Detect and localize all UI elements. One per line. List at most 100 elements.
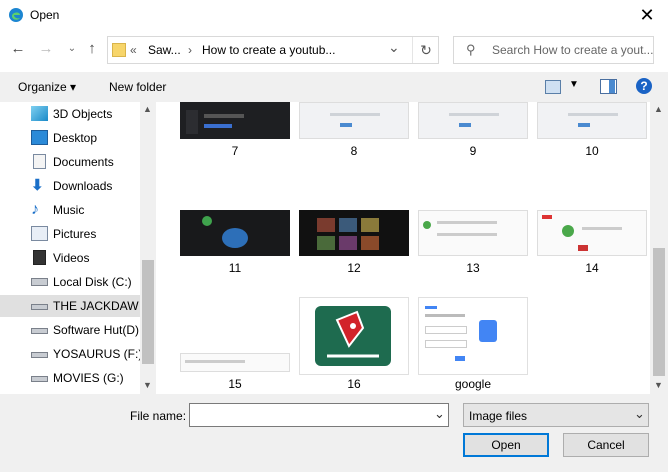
preview-pane-icon[interactable]	[600, 79, 617, 94]
download-arrow-icon: ⬇	[31, 177, 44, 194]
sidebar-item-label: THE JACKDAW (I	[53, 299, 140, 313]
navigation-pane: 3D Objects Desktop Documents ⬇ Downloads…	[0, 102, 140, 394]
sidebar-item-documents[interactable]: Documents	[0, 151, 140, 173]
open-button[interactable]: Open	[463, 433, 549, 457]
refresh-icon[interactable]: ↻	[412, 37, 439, 63]
file-list-scrollbar[interactable]: ▲ ▼	[650, 102, 668, 394]
sidebar-item-label: Videos	[53, 251, 90, 265]
drive-icon	[31, 304, 48, 310]
cancel-button[interactable]: Cancel	[563, 433, 649, 457]
search-icon: ⚲	[466, 42, 476, 57]
sidebar-item-software-hut[interactable]: Software Hut(D)	[0, 319, 140, 341]
sidebar-item-music[interactable]: ♪ Music	[0, 199, 140, 221]
sidebar-item-label: YOSAURUS (F:)	[53, 347, 140, 361]
chevron-down-icon[interactable]: ⌄	[634, 406, 645, 422]
scroll-down-icon[interactable]: ▼	[654, 380, 663, 390]
drive-icon	[31, 352, 48, 358]
sidebar-item-label: Pictures	[53, 227, 97, 241]
sidebar-item-downloads[interactable]: ⬇ Downloads	[0, 175, 140, 197]
edge-icon	[9, 8, 23, 22]
address-bar[interactable]: « Saw... › How to create a youtub... ⌄ ↻	[107, 36, 439, 64]
view-dropdown-icon[interactable]: ▼	[569, 79, 579, 90]
sidebar-item-the-jackdaw[interactable]: THE JACKDAW (I	[0, 295, 140, 317]
thumbnail	[299, 102, 409, 139]
close-icon[interactable]: ✕	[635, 4, 659, 26]
drive-icon	[31, 278, 48, 286]
file-name-label: File name:	[130, 409, 187, 423]
command-bar: Organize ▾ New folder ▼ ?	[0, 72, 668, 102]
breadcrumb-current-folder[interactable]: How to create a youtub...	[202, 43, 335, 57]
thumbnail	[537, 210, 647, 256]
search-box[interactable]: ⚲ Search How to create a yout...	[453, 36, 654, 64]
music-note-icon: ♪	[31, 201, 39, 218]
sidebar-item-movies[interactable]: MOVIES (G:)	[0, 367, 140, 389]
sidebar-item-local-disk-c[interactable]: Local Disk (C:)	[0, 271, 140, 293]
new-folder-button[interactable]: New folder	[109, 80, 166, 94]
bottom-panel: File name: ⌄ Image files ⌄ Open Cancel	[0, 394, 668, 472]
sidebar-scroll-thumb[interactable]	[142, 260, 154, 364]
sidebar-item-yosaurus[interactable]: YOSAURUS (F:)	[0, 343, 140, 365]
help-icon[interactable]: ?	[636, 78, 652, 94]
file-name: 9	[469, 144, 477, 158]
up-arrow-icon[interactable]: ↑	[82, 38, 102, 60]
sidebar-item-label: Software Hut(D)	[53, 323, 140, 337]
scroll-down-icon[interactable]: ▼	[143, 380, 152, 390]
thumbnail	[299, 210, 409, 256]
pen-logo-icon	[315, 306, 391, 366]
desktop-icon	[31, 130, 48, 145]
file-name: 11	[228, 261, 242, 275]
file-name: 12	[347, 261, 361, 275]
scroll-up-icon[interactable]: ▲	[143, 104, 152, 114]
file-name: google	[454, 377, 492, 391]
back-arrow-icon[interactable]: ←	[8, 38, 28, 60]
address-dropdown-icon[interactable]: ⌄	[388, 39, 400, 56]
sidebar-item-label: Desktop	[53, 131, 98, 145]
thumbnail	[537, 102, 647, 139]
file-name: 7	[231, 144, 239, 158]
thumbnail	[180, 102, 290, 139]
drive-icon	[31, 376, 48, 382]
window-title: Open	[30, 8, 60, 22]
sidebar-item-videos[interactable]: Videos	[0, 247, 140, 269]
file-name-input[interactable]: ⌄	[189, 403, 449, 427]
sidebar-item-label: 3D Objects	[53, 107, 113, 121]
organize-button[interactable]: Organize ▾	[18, 80, 76, 94]
sidebar-scrollbar[interactable]: ▲ ▼	[140, 102, 156, 394]
file-name: 14	[585, 261, 599, 275]
forward-arrow-icon[interactable]: →	[36, 38, 56, 60]
file-name: 8	[350, 144, 358, 158]
file-list: 7 8 9 10 11 12 13 14 15 16 google	[156, 102, 650, 394]
file-name: 16	[347, 377, 361, 391]
file-list-scroll-thumb[interactable]	[653, 248, 665, 376]
title-bar: Open ✕	[0, 0, 668, 30]
breadcrumb-saw[interactable]: Saw...	[148, 43, 181, 57]
sidebar-item-pictures[interactable]: Pictures	[0, 223, 140, 245]
search-input[interactable]: Search How to create a yout...	[492, 43, 653, 57]
sidebar-item-3d-objects[interactable]: 3D Objects	[0, 103, 140, 125]
thumbnail	[418, 210, 528, 256]
scroll-up-icon[interactable]: ▲	[654, 104, 663, 114]
sidebar-item-label: Documents	[53, 155, 114, 169]
breadcrumb-separator-icon: ›	[188, 43, 192, 57]
thumbnail	[418, 102, 528, 139]
sidebar-item-label: Music	[53, 203, 85, 217]
file-type-select[interactable]: Image files ⌄	[463, 403, 649, 427]
file-name: 15	[228, 377, 242, 391]
sidebar-item-desktop[interactable]: Desktop	[0, 127, 140, 149]
overflow-chevron[interactable]: «	[130, 43, 137, 57]
thumbnail	[418, 297, 528, 375]
drive-icon	[31, 328, 48, 334]
film-icon	[33, 250, 46, 265]
change-view-icon[interactable]	[545, 80, 561, 94]
file-name: 10	[585, 144, 599, 158]
sidebar-item-label: Downloads	[53, 179, 113, 193]
document-icon	[33, 154, 46, 169]
cube-icon	[31, 106, 48, 121]
file-type-value: Image files	[469, 409, 528, 423]
thumbnail	[299, 297, 409, 375]
recent-locations-icon[interactable]: ⌄	[62, 38, 82, 60]
chevron-down-icon[interactable]: ⌄	[434, 406, 445, 422]
thumbnail	[180, 353, 290, 372]
thumbnail	[180, 210, 290, 256]
folder-icon	[112, 43, 126, 57]
